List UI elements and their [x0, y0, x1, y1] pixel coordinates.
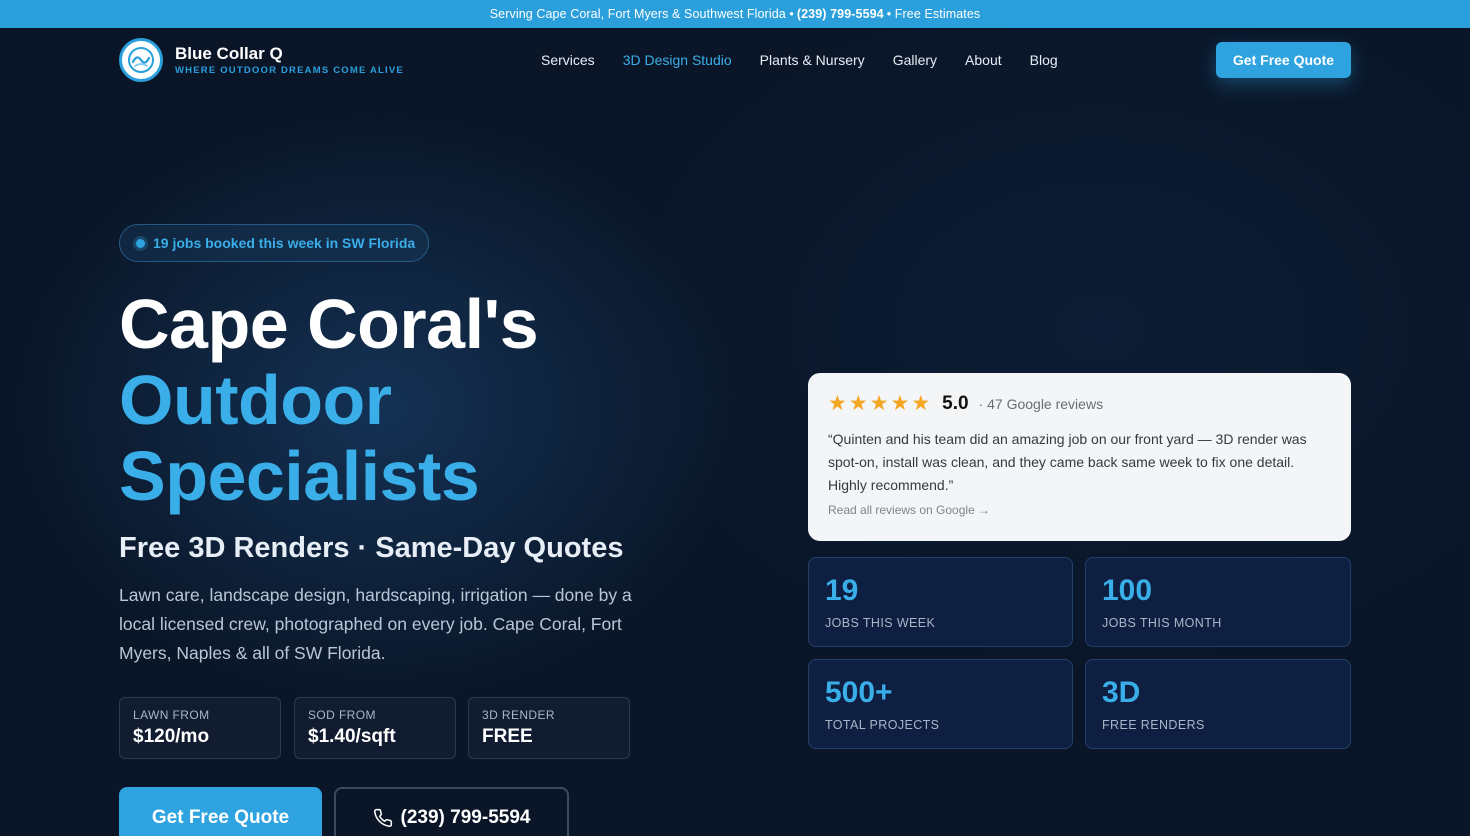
stat-card-jobs-week: 19 JOBS THIS WEEK: [808, 557, 1073, 647]
brand-name: Blue Collar Q: [175, 44, 283, 63]
hero-description: Lawn care, landscape design, hardscaping…: [119, 585, 632, 663]
stat-card-total-projects: 500+ TOTAL PROJECTS: [808, 659, 1073, 749]
stat-card-free-renders: 3D FREE RENDERS: [1085, 659, 1351, 749]
read-reviews-link[interactable]: Read all reviews on Google →: [828, 503, 990, 517]
nav-item-gallery[interactable]: Gallery: [893, 50, 937, 70]
phone-icon: [373, 808, 392, 827]
nav-item-blog[interactable]: Blog: [1030, 50, 1058, 70]
nav-item-services[interactable]: Services: [541, 50, 595, 70]
live-dot-icon: [136, 238, 145, 248]
badge-text: 19 jobs booked this week in SW Florida: [153, 235, 416, 251]
brand-logo-link[interactable]: Blue Collar Q WHERE OUTDOOR DREAMS COME …: [119, 38, 404, 82]
star-icon: ★: [848, 392, 868, 415]
announcement-suffix: • Free Estimates: [886, 7, 981, 21]
stat-label: JOBS THIS MONTH: [1102, 616, 1222, 630]
stat-card-jobs-month: 100 JOBS THIS MONTH: [1085, 557, 1351, 647]
star-rating: ★ ★ ★ ★ ★: [828, 392, 932, 415]
headline-line-2: Outdoor: [119, 361, 392, 439]
price-card-sod: SOD FROM $1.40/sqft: [294, 697, 456, 759]
header-get-quote-button[interactable]: Get Free Quote: [1216, 42, 1351, 78]
headline-line-1: Cape Coral's: [119, 285, 539, 363]
review-card: ★ ★ ★ ★ ★ 5.0 · 47 Google reviews “Quint…: [808, 373, 1351, 541]
hero-subhead: Free 3D Renders · Same-Day Quotes: [119, 532, 624, 564]
main-nav: Services 3D Design Studio Plants & Nurse…: [541, 50, 1086, 70]
hero-get-quote-button[interactable]: Get Free Quote: [119, 787, 322, 836]
announcement-phone[interactable]: (239) 799-5594: [797, 7, 884, 21]
jobs-booked-badge: 19 jobs booked this week in SW Florida: [119, 224, 429, 262]
price-value: $120/mo: [133, 726, 210, 747]
star-icon: ★: [828, 392, 847, 415]
price-card-3d-render: 3D RENDER FREE: [468, 697, 630, 759]
star-icon: ★: [911, 392, 931, 415]
star-icon: ★: [890, 392, 910, 415]
page: Blue Collar Q WHERE OUTDOOR DREAMS COME …: [0, 28, 1470, 836]
stat-label: JOBS THIS WEEK: [825, 616, 936, 630]
stat-value: 500+: [825, 676, 893, 709]
price-card-lawn: LAWN FROM $120/mo: [119, 697, 281, 759]
star-icon: ★: [869, 392, 889, 415]
price-value: FREE: [482, 726, 533, 747]
rating-value: 5.0: [942, 393, 969, 414]
brand-tagline: WHERE OUTDOOR DREAMS COME ALIVE: [175, 65, 404, 76]
price-label: SOD FROM: [308, 708, 376, 722]
stat-label: FREE RENDERS: [1102, 718, 1205, 732]
stat-label: TOTAL PROJECTS: [825, 718, 940, 732]
review-count: · 47 Google reviews: [978, 396, 1104, 412]
hero-headline: Cape Coral's Outdoor Specialists: [119, 285, 539, 515]
price-label: LAWN FROM: [133, 708, 210, 722]
stat-value: 100: [1102, 574, 1153, 607]
headline-line-3: Specialists: [119, 437, 480, 515]
price-label: 3D RENDER: [482, 708, 555, 722]
hero-call-label: (239) 799-5594: [400, 807, 531, 828]
review-quote: “Quinten and his team did an amazing job…: [828, 431, 1307, 493]
nav-item-about[interactable]: About: [965, 50, 1002, 70]
nav-item-plants-nursery[interactable]: Plants & Nursery: [760, 50, 865, 70]
stat-value: 19: [825, 574, 859, 607]
nav-item-3d-design-studio[interactable]: 3D Design Studio: [623, 50, 732, 70]
hero-call-button[interactable]: (239) 799-5594: [334, 787, 569, 836]
announcement-bar: Serving Cape Coral, Fort Myers & Southwe…: [0, 0, 1470, 28]
brand-logo-icon: [119, 38, 163, 82]
announcement-text: Serving Cape Coral, Fort Myers & Southwe…: [489, 7, 794, 21]
price-value: $1.40/sqft: [308, 726, 396, 747]
stat-value: 3D: [1102, 676, 1141, 709]
